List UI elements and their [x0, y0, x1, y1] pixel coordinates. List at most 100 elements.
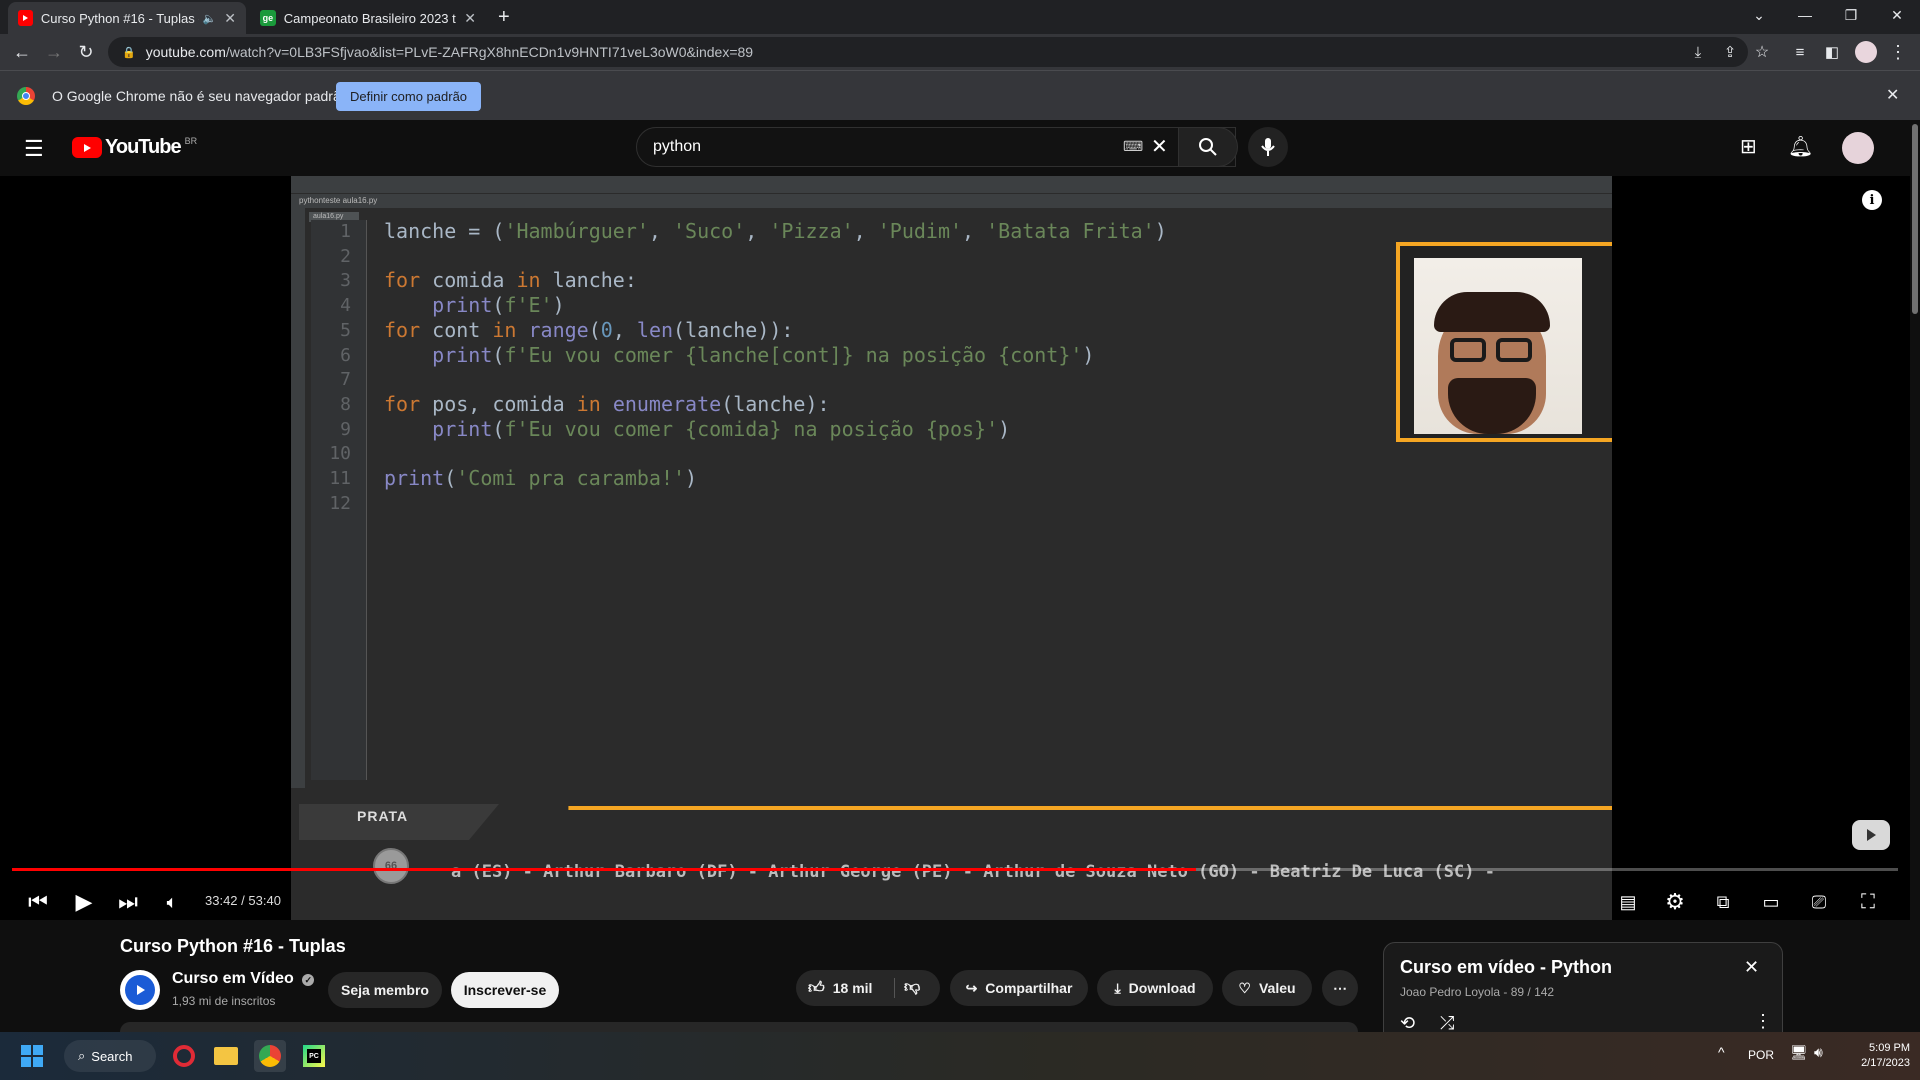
- minimize-icon[interactable]: —: [1782, 0, 1828, 30]
- file-explorer-icon[interactable]: [210, 1040, 242, 1072]
- volume-icon[interactable]: 🔈︎: [154, 884, 190, 920]
- back-icon[interactable]: ←: [8, 38, 36, 66]
- notifications-bell-icon[interactable]: 🔔︎: [1788, 134, 1813, 159]
- account-avatar[interactable]: [1842, 132, 1874, 164]
- share-label: Compartilhar: [985, 980, 1073, 996]
- close-tab-icon[interactable]: ✕: [464, 10, 476, 27]
- page-scrollbar[interactable]: [1910, 120, 1920, 1032]
- chrome-logo-icon: [17, 87, 35, 105]
- join-button[interactable]: Seja membro: [328, 972, 442, 1008]
- chrome-menu-icon[interactable]: ⋮: [1884, 38, 1912, 66]
- youtube-logo[interactable]: YouTube BR: [72, 136, 197, 159]
- browser-tab-strip: Curso Python #16 - Tuplas - 🔈 ✕ ge Campe…: [0, 0, 1920, 34]
- clear-search-icon[interactable]: ✕: [1151, 134, 1168, 159]
- video-player[interactable]: pythonteste aula16.py aula16.py 12345678…: [0, 176, 1910, 920]
- close-infobar-icon[interactable]: ✕: [1886, 85, 1899, 105]
- youtube-play-logo-icon: [72, 137, 102, 158]
- settings-gear-icon[interactable]: ⚙: [1657, 884, 1693, 920]
- time-display: 33:42 / 53:40: [205, 893, 281, 908]
- like-button[interactable]: 👍︎ 18 mil: [808, 979, 872, 998]
- thanks-button[interactable]: ♡ Valeu: [1222, 970, 1312, 1006]
- channel-avatar[interactable]: [120, 970, 160, 1010]
- chrome-taskbar-icon[interactable]: [254, 1040, 286, 1072]
- clock[interactable]: 5:09 PM 2/17/2023: [1846, 1041, 1910, 1071]
- previous-icon[interactable]: ⏮: [20, 884, 56, 920]
- url-host: youtube.com: [145, 44, 226, 60]
- set-default-button[interactable]: Definir como padrão: [336, 82, 481, 111]
- youtube-watermark-icon[interactable]: [1852, 820, 1890, 850]
- dislike-button[interactable]: 👎︎: [904, 978, 920, 997]
- address-bar[interactable]: 🔒 youtube.com/watch?v=0LB3FSfjvao&list=P…: [108, 37, 1748, 67]
- share-button[interactable]: ↪ Compartilhar: [950, 970, 1088, 1006]
- network-icon[interactable]: 🖥︎: [1790, 1044, 1808, 1061]
- channel-name-text: Curso em Vídeo: [172, 970, 294, 987]
- line-number: 1: [340, 221, 351, 242]
- media-control-icon[interactable]: ≡: [1786, 38, 1814, 66]
- region-code: BR: [184, 135, 198, 146]
- cast-icon[interactable]: ⎚: [1801, 884, 1837, 920]
- download-label: Download: [1128, 980, 1196, 996]
- download-button[interactable]: ⤓ Download: [1097, 970, 1213, 1006]
- lock-icon: 🔒: [122, 46, 136, 59]
- progress-bar[interactable]: [12, 868, 1898, 871]
- close-playlist-icon[interactable]: ✕: [1744, 957, 1759, 978]
- speaker-tray-icon[interactable]: 🔊︎: [1814, 1044, 1823, 1061]
- bookmark-star-icon[interactable]: ☆: [1748, 38, 1776, 66]
- more-actions-icon[interactable]: ⋯: [1322, 970, 1358, 1006]
- keyboard-icon[interactable]: ⌨: [1123, 138, 1143, 155]
- pycharm-icon[interactable]: PC: [298, 1040, 330, 1072]
- time-current: 33:42: [205, 893, 238, 908]
- new-tab-icon[interactable]: +: [498, 6, 510, 29]
- rank-label: PRATA: [357, 808, 409, 824]
- shuffle-icon[interactable]: ⤮: [1440, 1013, 1454, 1034]
- forward-icon[interactable]: →: [40, 38, 68, 66]
- reload-icon[interactable]: ↻: [72, 38, 100, 66]
- tab-search-chevron-icon[interactable]: ⌄: [1736, 0, 1782, 30]
- channel-name[interactable]: Curso em Vídeo ✓: [172, 970, 315, 988]
- clock-time: 5:09 PM: [1869, 1042, 1910, 1054]
- info-icon[interactable]: i: [1862, 190, 1882, 210]
- language-indicator[interactable]: POR: [1748, 1048, 1774, 1062]
- playlist-menu-icon[interactable]: ⋮: [1754, 1011, 1772, 1032]
- microphone-icon: [1261, 138, 1275, 156]
- tab-campeonato[interactable]: ge Campeonato Brasileiro 2023 tem ✕: [250, 2, 486, 34]
- search-input[interactable]: python ⌨ ✕: [636, 127, 1236, 167]
- windows-start-icon[interactable]: [16, 1040, 48, 1072]
- subtitles-icon[interactable]: ▤: [1610, 884, 1646, 920]
- playlist-title[interactable]: Curso em vídeo - Python: [1400, 957, 1612, 978]
- fullscreen-icon[interactable]: ⛶: [1850, 884, 1886, 920]
- speaker-icon[interactable]: 🔈: [203, 12, 217, 25]
- line-number: 7: [340, 369, 351, 391]
- voice-search-button[interactable]: [1248, 127, 1288, 167]
- like-dislike-group: 👍︎ 18 mil 👎︎: [796, 970, 940, 1006]
- search-button[interactable]: [1178, 127, 1238, 167]
- install-icon[interactable]: ⤓: [1684, 38, 1712, 66]
- code-line: for comida in lanche:: [384, 268, 637, 293]
- scrollbar-thumb[interactable]: [1912, 124, 1918, 314]
- line-number: 6: [340, 344, 351, 366]
- hamburger-menu-icon[interactable]: ☰: [24, 136, 44, 162]
- subscribe-button[interactable]: Inscrever-se: [451, 972, 559, 1008]
- miniplayer-icon[interactable]: ⧉: [1705, 884, 1741, 920]
- description-box[interactable]: [120, 1022, 1358, 1032]
- side-panel-icon[interactable]: ◧: [1818, 38, 1846, 66]
- play-icon[interactable]: ▶: [66, 884, 102, 920]
- close-tab-icon[interactable]: ✕: [224, 10, 236, 27]
- restore-icon[interactable]: ❐: [1828, 0, 1874, 30]
- profile-avatar[interactable]: [1852, 38, 1880, 66]
- tray-chevron-icon[interactable]: ^: [1718, 1044, 1725, 1060]
- line-number: 9: [340, 418, 351, 440]
- loop-icon[interactable]: ⟲: [1400, 1013, 1415, 1034]
- share-page-icon[interactable]: ⇪: [1716, 38, 1744, 66]
- line-number: 11: [329, 468, 351, 489]
- code-line: for pos, comida in enumerate(lanche):: [384, 391, 830, 416]
- close-window-icon[interactable]: ✕: [1874, 0, 1920, 30]
- tab-curso-python[interactable]: Curso Python #16 - Tuplas - 🔈 ✕: [8, 2, 246, 34]
- line-number: 4: [340, 295, 351, 317]
- create-video-icon[interactable]: ⊞: [1740, 134, 1757, 159]
- theater-mode-icon[interactable]: ▭: [1753, 884, 1789, 920]
- opera-icon[interactable]: [168, 1040, 200, 1072]
- taskbar-search[interactable]: ⌕ Search: [64, 1040, 156, 1072]
- video-details: Curso Python #16 - Tuplas Curso em Vídeo…: [0, 920, 1910, 1042]
- next-icon[interactable]: ⏭: [110, 884, 146, 920]
